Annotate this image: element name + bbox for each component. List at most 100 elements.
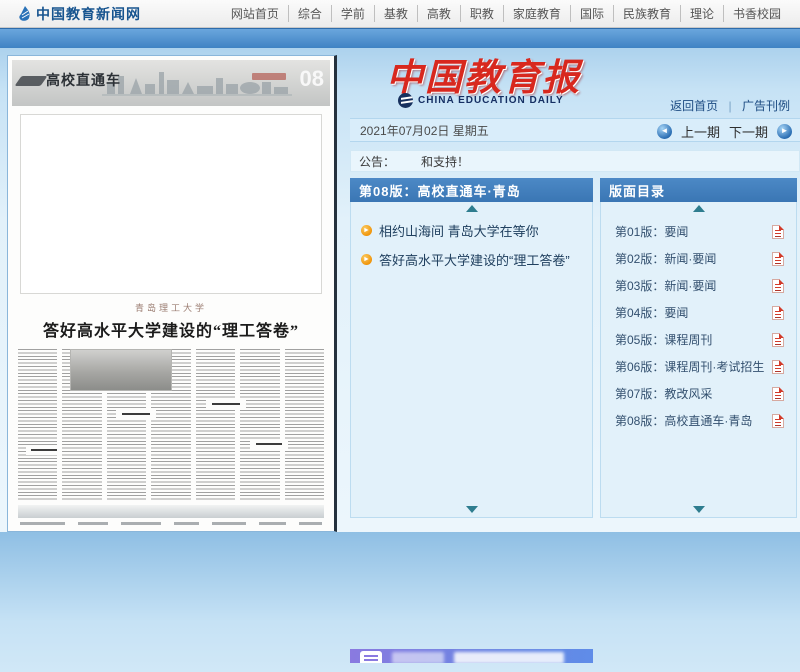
article-body-columns: [18, 349, 324, 501]
announcement-text: 和支持！: [421, 153, 469, 170]
text-column: [18, 349, 57, 501]
directory-item[interactable]: 第01版：要闻: [601, 218, 796, 245]
column-subhead: [116, 409, 156, 419]
page: { "topbar": { "logo": "中国教育新闻网", "nav": …: [0, 0, 800, 532]
prev-issue-button[interactable]: 上一期: [681, 122, 720, 141]
scroll-up-arrow[interactable]: [693, 205, 705, 212]
pdf-icon[interactable]: [772, 333, 784, 347]
banner-text-blur: [454, 652, 564, 663]
text-column: [240, 349, 279, 501]
directory-item[interactable]: 第03版：新闻·要闻: [601, 272, 796, 299]
pdf-icon[interactable]: [772, 387, 784, 401]
newspaper-page-banner: 高校直通车 08: [12, 60, 330, 106]
masthead-links: 返回首页 | 广告刊例: [670, 97, 790, 114]
back-home-link[interactable]: 返回首页: [670, 99, 718, 113]
page-number: 08: [300, 66, 324, 92]
page-directory-header: 版面目录: [600, 178, 797, 202]
article-link-text[interactable]: 相约山海间 青岛大学在等你: [379, 221, 539, 240]
nav-item-xueqian[interactable]: 学前: [332, 5, 375, 22]
nav-item-lilun[interactable]: 理论: [681, 5, 724, 22]
article-link[interactable]: ► 答好高水平大学建设的“理工答卷”: [351, 245, 592, 274]
column-subhead: [250, 439, 288, 449]
directory-item-text[interactable]: 第01版：要闻: [615, 223, 688, 240]
promo-banner[interactable]: [350, 649, 593, 663]
scroll-up-arrow[interactable]: [466, 205, 478, 212]
banner-text-blur: [392, 652, 444, 663]
site-logo[interactable]: 中国教育新闻网: [18, 4, 141, 24]
site-topbar: 中国教育新闻网 网站首页 综合 学前 基教 高教 职教 家庭教育 国际 民族教育…: [0, 0, 800, 28]
next-issue-icon[interactable]: ►: [777, 124, 792, 139]
announcement-bar: 公告： 和支持！: [350, 150, 800, 172]
article-headline: 答好高水平大学建设的“理工答卷”: [8, 317, 334, 341]
text-column: [196, 349, 235, 501]
nav-item-zonghe[interactable]: 综合: [289, 5, 332, 22]
paper-name-tag: [252, 73, 286, 80]
next-issue-button[interactable]: 下一期: [729, 122, 768, 141]
current-page-panel: 第08版：高校直通车·青岛 ► 相约山海间 青岛大学在等你 ► 答好高水平大学建…: [350, 178, 593, 532]
paper-subtitle-row: CHINA EDUCATION DAILY: [398, 93, 564, 108]
nav-item-jijiao[interactable]: 基教: [375, 5, 418, 22]
directory-item-text[interactable]: 第02版：新闻·要闻: [615, 250, 716, 267]
article-bullet-icon: ►: [361, 225, 372, 236]
article-bullet-icon: ►: [361, 254, 372, 265]
pdf-icon[interactable]: [772, 414, 784, 428]
pdf-icon[interactable]: [772, 306, 784, 320]
directory-item-text[interactable]: 第03版：新闻·要闻: [615, 277, 716, 294]
directory-item[interactable]: 第04版：要闻: [601, 299, 796, 326]
link-separator: |: [729, 99, 732, 113]
banner-title: 高校直通车: [46, 70, 121, 90]
article-link[interactable]: ► 相约山海间 青岛大学在等你: [351, 216, 592, 245]
pdf-icon[interactable]: [772, 279, 784, 293]
directory-item[interactable]: 第06版：课程周刊·考试招生: [601, 353, 796, 380]
current-page-header: 第08版：高校直通车·青岛: [350, 178, 593, 202]
directory-item-text[interactable]: 第07版：教改风采: [615, 385, 712, 402]
article-list-box: ► 相约山海间 青岛大学在等你 ► 答好高水平大学建设的“理工答卷”: [350, 202, 593, 518]
directory-item[interactable]: 第02版：新闻·要闻: [601, 245, 796, 272]
directory-item-text[interactable]: 第06版：课程周刊·考试招生: [615, 358, 764, 375]
site-logo-text: 中国教育新闻网: [36, 4, 141, 24]
issue-date: 2021年07月02日 星期五: [360, 122, 489, 139]
paper-masthead: 中国教育报 CHINA EDUCATION DAILY 返回首页 | 广告刊例: [350, 47, 800, 115]
article-list: ► 相约山海间 青岛大学在等你 ► 答好高水平大学建设的“理工答卷”: [351, 216, 592, 274]
page-directory-box: 第01版：要闻 第02版：新闻·要闻 第03版：新闻·要闻 第04版：要闻: [600, 202, 797, 518]
nav-item-guoji[interactable]: 国际: [571, 5, 614, 22]
directory-item-text[interactable]: 第04版：要闻: [615, 304, 688, 321]
nav-item-home[interactable]: 网站首页: [222, 5, 289, 22]
announcement-label: 公告：: [359, 153, 395, 170]
directory-item[interactable]: 第05版：课程周刊: [601, 326, 796, 353]
newspaper-page-viewer[interactable]: 高校直通车 08 青岛理工大学 答好高水平大学建设的“理工答卷”: [7, 55, 337, 532]
right-content: 中国教育报 CHINA EDUCATION DAILY 返回首页 | 广告刊例 …: [350, 47, 800, 532]
nav-item-gaojiao[interactable]: 高教: [418, 5, 461, 22]
nav-item-minzu[interactable]: 民族教育: [614, 5, 681, 22]
lower-columns: 第08版：高校直通车·青岛 ► 相约山海间 青岛大学在等你 ► 答好高水平大学建…: [350, 178, 800, 532]
article-kicker: 青岛理工大学: [8, 301, 334, 314]
directory-item-text[interactable]: 第05版：课程周刊: [615, 331, 712, 348]
nav-item-zhijiao[interactable]: 职教: [461, 5, 504, 22]
text-column: [285, 349, 324, 501]
article-photo: [70, 349, 172, 391]
prev-issue-icon[interactable]: ◄: [657, 124, 672, 139]
site-logo-icon: [18, 6, 32, 22]
pdf-icon[interactable]: [772, 252, 784, 266]
issue-navigation: ◄ 上一期 下一期 ►: [657, 119, 792, 143]
blue-divider-band: [0, 28, 800, 48]
column-subhead: [26, 445, 62, 455]
scroll-down-arrow[interactable]: [693, 506, 705, 513]
ad-rates-link[interactable]: 广告刊例: [742, 99, 790, 113]
date-bar: 2021年07月02日 星期五 ◄ 上一期 下一期 ►: [350, 118, 800, 142]
column-subhead: [206, 399, 246, 409]
pdf-icon[interactable]: [772, 360, 784, 374]
page-directory-list: 第01版：要闻 第02版：新闻·要闻 第03版：新闻·要闻 第04版：要闻: [601, 218, 796, 434]
scroll-down-arrow[interactable]: [466, 506, 478, 513]
pdf-icon[interactable]: [772, 225, 784, 239]
nav-item-shuxiang[interactable]: 书香校园: [724, 5, 790, 22]
article-link-text[interactable]: 答好高水平大学建设的“理工答卷”: [379, 250, 570, 269]
directory-item[interactable]: 第07版：教改风采: [601, 380, 796, 407]
paper-logo-icon: [398, 93, 413, 108]
document-icon: [360, 651, 382, 663]
directory-item-text[interactable]: 第08版：高校直通车·青岛: [615, 412, 752, 429]
directory-item[interactable]: 第08版：高校直通车·青岛: [601, 407, 796, 434]
nav-item-jiating[interactable]: 家庭教育: [504, 5, 571, 22]
page-directory-panel: 版面目录 第01版：要闻 第02版：新闻·要闻 第03版：新闻·要闻: [600, 178, 797, 532]
top-navigation: 网站首页 综合 学前 基教 高教 职教 家庭教育 国际 民族教育 理论 书香校园: [222, 5, 790, 22]
